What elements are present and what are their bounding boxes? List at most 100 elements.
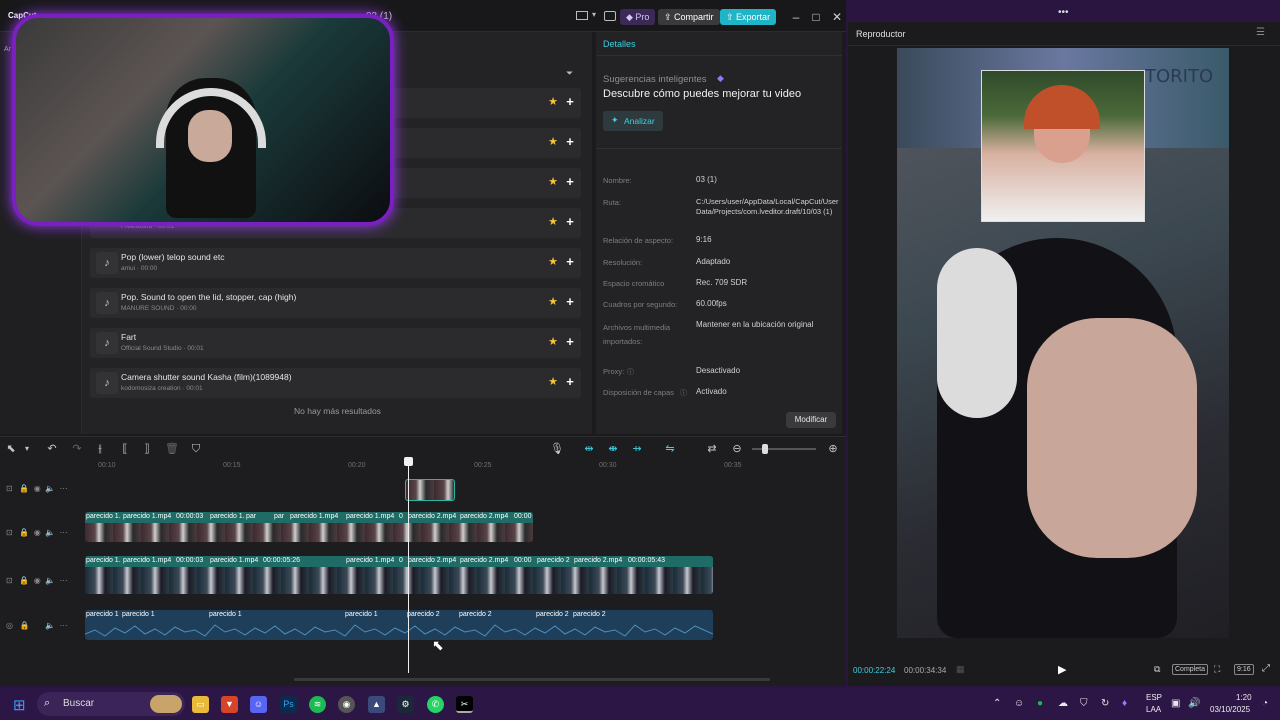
tab-details[interactable]: Detalles	[603, 39, 636, 49]
chevron-up-icon[interactable]: ⌃	[993, 698, 1001, 709]
maximize-icon[interactable]: □	[808, 9, 824, 25]
star-icon[interactable]: ★	[547, 136, 559, 148]
chevron-down-icon[interactable]: ▾	[592, 10, 596, 19]
more-icon[interactable]: •••	[1058, 7, 1069, 18]
trim-right-icon[interactable]: ⟧	[140, 442, 154, 456]
update-icon[interactable]: ↻	[1101, 698, 1109, 709]
clock-date[interactable]: 03/10/2025	[1210, 705, 1250, 714]
list-item[interactable]: ♪ Pop (lower) telop sound etc amui · 00:…	[90, 248, 581, 278]
zoom-slider-handle[interactable]	[762, 444, 768, 454]
add-icon[interactable]: +	[564, 295, 576, 308]
brave-icon[interactable]: ▼	[221, 696, 238, 713]
star-icon[interactable]: ★	[547, 96, 559, 108]
play-icon[interactable]: ▶	[1058, 663, 1066, 676]
undo-icon[interactable]: ↶	[45, 442, 59, 456]
file-explorer-icon[interactable]: ▭	[192, 696, 209, 713]
search-box[interactable]: ⌕ Buscar	[37, 692, 185, 716]
redo-icon[interactable]: ↷	[70, 442, 84, 456]
timeline-scrollbar[interactable]	[294, 678, 770, 681]
magnet-icon[interactable]: ⇹	[582, 442, 596, 456]
network-icon[interactable]: ▣	[1171, 698, 1180, 709]
photos-icon[interactable]: ▲	[368, 696, 385, 713]
eye-icon[interactable]: ◉	[34, 528, 41, 537]
audio-track[interactable]: parecido 1 parecido 1 parecido 1 parecid…	[85, 610, 713, 640]
list-item[interactable]: ♪ Fart Official Sound Studio · 00:01 ★ +	[90, 328, 581, 358]
microphone-icon[interactable]: 🎙	[550, 442, 564, 456]
volume-icon[interactable]: 🔈	[45, 484, 55, 493]
quality-button[interactable]: Completa	[1172, 664, 1208, 675]
info-icon[interactable]: ⓘ	[627, 367, 634, 377]
modify-button[interactable]: Modificar	[786, 412, 836, 428]
star-icon[interactable]: ★	[547, 296, 559, 308]
pro-button[interactable]: ◆ Pro	[620, 9, 656, 25]
select-cursor-icon[interactable]: ⬉	[4, 442, 18, 456]
playhead-handle[interactable]	[404, 457, 413, 466]
notification-icon[interactable]: ◔	[1262, 698, 1268, 709]
preview-axis-icon[interactable]: ⇋	[663, 442, 677, 456]
export-button[interactable]: ⇧ Exportar	[720, 9, 777, 25]
fit-icon[interactable]: ⇄	[705, 442, 719, 456]
add-icon[interactable]: +	[564, 135, 576, 148]
zoom-out-icon[interactable]: ⊖	[730, 442, 744, 456]
layout-icon[interactable]	[576, 11, 588, 20]
overlay-clip[interactable]	[405, 479, 455, 501]
lock-icon[interactable]: 🔒	[20, 621, 30, 630]
volume-icon[interactable]: 🔊	[1188, 698, 1200, 709]
steam-icon[interactable]: ⚙	[397, 696, 414, 713]
discord-tray-icon[interactable]: ☺	[1014, 698, 1024, 709]
cloud-icon[interactable]: ☁	[1058, 698, 1068, 709]
fullscreen-icon[interactable]: ⤢	[1262, 663, 1270, 674]
more-icon[interactable]: ⋯	[60, 528, 68, 537]
list-item[interactable]: ♪ Pop. Sound to open the lid, stopper, c…	[90, 288, 581, 318]
video-preview[interactable]: TORITO	[897, 48, 1229, 638]
star-icon[interactable]: ★	[547, 256, 559, 268]
spotify-tray-icon[interactable]: ●	[1037, 698, 1043, 709]
frames-icon[interactable]: ▦	[956, 664, 965, 675]
overlay-image[interactable]	[981, 70, 1145, 222]
video-track-3[interactable]: parecido 1. parecido 1.mp4 00:00:03 pare…	[85, 556, 713, 594]
ratio-button[interactable]: 9:16	[1234, 664, 1254, 675]
crop-icon[interactable]: ⛶	[1214, 664, 1220, 675]
eye-icon[interactable]: ◉	[34, 576, 41, 585]
nav-item-1[interactable]: Ar	[4, 46, 11, 53]
close-icon[interactable]: ✕	[829, 9, 845, 25]
shield-icon[interactable]: ⛉	[189, 442, 203, 456]
spotify-icon[interactable]: ≋	[309, 696, 326, 713]
playhead[interactable]	[408, 459, 409, 673]
lock-icon[interactable]: 🔒	[19, 576, 29, 585]
more-icon[interactable]: ⋯	[60, 621, 68, 630]
lock-icon[interactable]: 🔒	[19, 484, 29, 493]
star-icon[interactable]: ★	[547, 376, 559, 388]
analyze-button[interactable]: ✦ Analizar	[603, 111, 663, 131]
language-sub-label[interactable]: LAA	[1146, 705, 1161, 714]
language-label[interactable]: ESP	[1146, 693, 1162, 702]
add-icon[interactable]: +	[564, 255, 576, 268]
add-icon[interactable]: +	[564, 95, 576, 108]
share-button[interactable]: ⇪ Compartir	[658, 9, 720, 25]
add-icon[interactable]: +	[564, 335, 576, 348]
video-track-2[interactable]: parecido 1. parecido 1.mp4 00:00:03 pare…	[85, 512, 533, 542]
discord-icon[interactable]: ☺	[250, 696, 267, 713]
eye-icon[interactable]: ◉	[34, 484, 41, 493]
split-icon[interactable]: ⫲	[93, 442, 107, 456]
snapshot-icon[interactable]: ⧉	[1154, 664, 1160, 675]
capcut-icon[interactable]: ✂	[456, 696, 473, 713]
clock-time[interactable]: 1:20	[1236, 693, 1252, 702]
volume-icon[interactable]: 🔈	[45, 528, 55, 537]
add-icon[interactable]: +	[564, 375, 576, 388]
shield-tray-icon[interactable]: ⛉	[1080, 698, 1088, 709]
star-icon[interactable]: ★	[547, 216, 559, 228]
star-icon[interactable]: ★	[547, 336, 559, 348]
snap-icon[interactable]: ⇸	[630, 442, 644, 456]
chevron-down-icon[interactable]: ▾	[20, 442, 34, 456]
photoshop-icon[interactable]: Ps	[280, 696, 297, 713]
more-icon[interactable]: ⋯	[60, 576, 68, 585]
info-icon[interactable]: ⓘ	[680, 388, 687, 398]
filter-icon[interactable]: ⏷	[566, 68, 573, 79]
twitch-tray-icon[interactable]: ♦	[1122, 698, 1127, 709]
whatsapp-icon[interactable]: ✆	[427, 696, 444, 713]
obs-icon[interactable]: ◉	[338, 696, 355, 713]
lock-icon[interactable]: 🔒	[19, 528, 29, 537]
menu-icon[interactable]: ☰	[1256, 27, 1265, 38]
volume-icon[interactable]: 🔈	[45, 576, 55, 585]
